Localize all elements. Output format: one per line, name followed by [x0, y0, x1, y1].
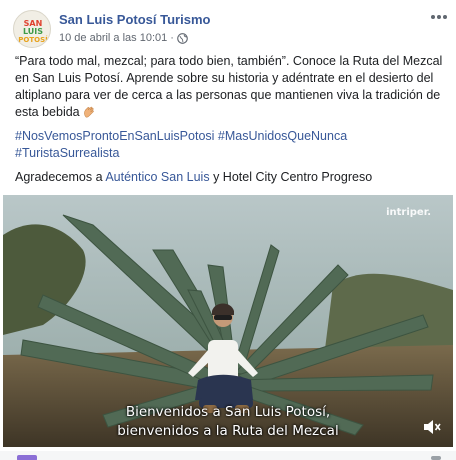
hashtag-link[interactable]: #MasUnidosQueNunca: [218, 129, 347, 143]
footer-indicator: [431, 456, 441, 460]
hashtag-link[interactable]: #NosVemosProntoEnSanLuisPotosi: [15, 129, 214, 143]
post-meta: 10 de abril a las 10:01 ·: [59, 32, 188, 44]
page-avatar[interactable]: SAN LUIS POTOSÍ: [13, 10, 51, 48]
volume-muted-icon[interactable]: [423, 419, 441, 435]
post-footer: [0, 451, 456, 460]
reaction-badge[interactable]: [17, 455, 37, 460]
post-body-text: “Para todo mal, mezcal; para todo bien, …: [15, 54, 443, 119]
post-text: “Para todo mal, mezcal; para todo bien, …: [15, 53, 443, 193]
post-body-paragraph: “Para todo mal, mezcal; para todo bien, …: [15, 53, 443, 121]
hashtag-link[interactable]: #TuristaSurrealista: [15, 146, 119, 160]
post-timestamp[interactable]: 10 de abril a las 10:01: [59, 32, 167, 44]
video-subtitle-line: bienvenidos a la Ruta del Mezcal: [117, 423, 339, 439]
avatar-logo-word: POTOSÍ: [18, 36, 48, 44]
hashtags: #NosVemosProntoEnSanLuisPotosi #MasUnido…: [15, 128, 443, 162]
thanks-suffix: y Hotel City Centro Progreso: [209, 170, 373, 184]
more-options-icon[interactable]: [429, 10, 449, 24]
page-name-link[interactable]: San Luis Potosí Turismo: [59, 12, 210, 27]
post-header: SAN LUIS POTOSÍ San Luis Potosí Turismo …: [13, 10, 449, 50]
clapping-hands-icon: [83, 106, 95, 118]
meta-separator: ·: [170, 32, 174, 44]
video-watermark: intriper.: [386, 207, 431, 218]
thanks-prefix: Agradecemos a: [15, 170, 106, 184]
globe-icon[interactable]: [177, 32, 188, 44]
mentioned-page-link[interactable]: Auténtico San Luis: [105, 170, 209, 184]
thanks-line: Agradecemos a Auténtico San Luis y Hotel…: [15, 169, 443, 186]
video-subtitle-line: Bienvenidos a San Luis Potosí,: [125, 404, 331, 420]
avatar-logo-word: LUIS: [22, 27, 44, 36]
video-player[interactable]: intriper. Bienvenidos a San Luis Potosí,…: [3, 195, 453, 447]
facebook-post: SAN LUIS POTOSÍ San Luis Potosí Turismo …: [0, 0, 456, 460]
